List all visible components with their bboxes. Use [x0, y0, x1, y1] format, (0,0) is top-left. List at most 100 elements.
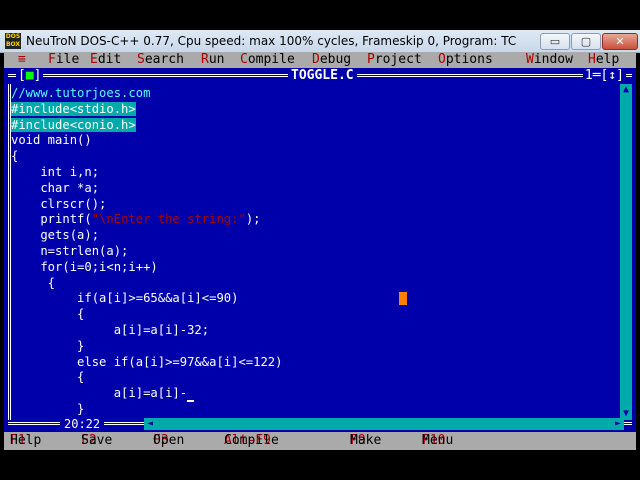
code-segment: { [11, 307, 85, 322]
menu-window[interactable]: Window [526, 52, 573, 68]
code-segment: int i,n; [11, 164, 100, 179]
close-box-open: [ [18, 68, 26, 83]
code-segment: { [11, 370, 85, 385]
code-segment: gets(a); [11, 228, 100, 243]
menu-search-label: earch [144, 52, 184, 67]
status-bar: F1 Help F2 Save F3 Open Alt-F9 Compile F… [4, 432, 636, 450]
code-line: printf("\nEnter the string:"); [11, 212, 617, 228]
menu-help-hotkey: H [588, 52, 596, 67]
code-segment: else if(a[i]>=97&&a[i]<=122) [11, 354, 283, 369]
menu-run-hotkey: R [201, 52, 209, 67]
code-segment: if(a[i]>=65&&a[i]<=90) [11, 291, 239, 306]
menu-help-label: elp [595, 52, 620, 67]
code-line: if(a[i]>=65&&a[i]<=90) [11, 291, 617, 307]
code-line: else if(a[i]>=97&&a[i]<=122) [11, 355, 617, 371]
horizontal-scrollbar[interactable]: ◄ ► [144, 418, 624, 430]
status-open-label: Open [153, 433, 185, 448]
menu-search[interactable]: Search [137, 52, 184, 68]
menu-help[interactable]: Help [588, 52, 619, 68]
menu-debug[interactable]: Debug [312, 52, 351, 68]
code-segment: void main() [11, 133, 92, 148]
menu-options[interactable]: Options [438, 52, 493, 68]
menu-compile-label: ompile [247, 52, 295, 67]
menu-compile[interactable]: Compile [240, 52, 295, 68]
window-titlebar: DOS BOX NeuTroN DOS-C++ 0.77, Cpu speed:… [0, 30, 640, 53]
menu-edit[interactable]: Edit [90, 52, 121, 68]
menu-bar: ≡ File Edit Search Run Compile Debug Pro… [4, 52, 636, 68]
menu-options-label: ptions [445, 52, 493, 67]
code-segment: { [11, 149, 19, 164]
code-line: } [11, 339, 617, 355]
code-line: { [11, 276, 617, 292]
code-line: #include<conio.h> [11, 117, 617, 134]
code-segment: printf( [11, 212, 92, 227]
text-cursor [187, 386, 195, 403]
menu-search-hotkey: S [137, 52, 145, 67]
code-line: a[i]=a[i]- [11, 386, 617, 403]
close-button[interactable]: ✕ [602, 33, 638, 50]
menu-project-hotkey: P [367, 52, 375, 67]
code-line: int i,n; [11, 165, 617, 181]
code-line: #include<stdio.h> [11, 101, 617, 118]
menu-edit-label: dit [97, 52, 122, 67]
code-line: clrscr(); [11, 197, 617, 213]
code-line: void main() [11, 133, 617, 149]
editor-filename: TOGGLE.C [288, 68, 357, 84]
menu-run[interactable]: Run [201, 52, 224, 68]
menu-project-label: roject [374, 52, 422, 67]
code-segment: a[i]=a[i]-32; [11, 322, 210, 337]
code-segment: char *a; [11, 180, 100, 195]
menu-debug-hotkey: D [312, 52, 320, 67]
status-menu-label: Menu [422, 433, 454, 448]
window-title: NeuTroN DOS-C++ 0.77, Cpu speed: max 100… [26, 34, 517, 48]
vertical-scrollbar[interactable]: ▲ ▼ [620, 84, 632, 420]
code-line: { [11, 307, 617, 323]
scroll-left-arrow-icon[interactable]: ◄ [144, 418, 156, 430]
menu-file[interactable]: File [48, 52, 79, 68]
code-line: for(i=0;i<n;i++) [11, 260, 617, 276]
code-line: //www.tutorjoes.com [11, 86, 617, 102]
code-segment: "\nEnter the string:" [91, 212, 246, 227]
menu-run-label: un [208, 52, 225, 67]
code-line: { [11, 149, 617, 165]
code-line: { [11, 370, 617, 386]
close-box-close: ] [33, 68, 42, 83]
menu-project[interactable]: Project [367, 52, 422, 68]
code-segment: a[i]=a[i]- [11, 386, 188, 401]
code-segment: for(i=0;i<n;i++) [11, 259, 158, 274]
code-segment: } [11, 401, 85, 416]
window-close-box[interactable]: [■] [16, 68, 44, 84]
code-line: gets(a); [11, 228, 617, 244]
menu-compile-hotkey: C [240, 52, 248, 67]
code-segment: ); [245, 212, 261, 227]
minimize-button[interactable]: ▭ [540, 33, 570, 50]
editor-frame-top: [■] TOGGLE.C 1═[↕] [4, 68, 636, 84]
menu-window-hotkey: W [526, 52, 534, 67]
maximize-button[interactable]: ▢ [571, 33, 601, 50]
system-menu-icon[interactable]: ≡ [18, 52, 26, 68]
scroll-right-arrow-icon[interactable]: ► [612, 418, 624, 430]
code-segment: } [11, 338, 85, 353]
scroll-up-arrow-icon[interactable]: ▲ [620, 84, 632, 96]
status-compile-label: Compile [224, 433, 279, 448]
status-make-label: Make [350, 433, 382, 448]
dosbox-app-icon[interactable]: DOS BOX [5, 33, 21, 49]
menu-edit-hotkey: E [90, 52, 98, 67]
editor-frame-bottom: 20:22 ◄ ► [4, 416, 636, 432]
close-box-mark: ■ [25, 68, 34, 83]
window-number[interactable]: 1═[↕] [582, 68, 626, 84]
code-segment: clrscr(); [11, 196, 107, 211]
menu-debug-label: ebug [319, 52, 352, 67]
zoom-arrow-icon[interactable]: ↕ [608, 68, 616, 83]
code-segment: { [11, 275, 56, 290]
menu-file-label: ile [55, 52, 80, 67]
status-save-label: Save [81, 433, 113, 448]
window-number-value: 1 [584, 68, 593, 83]
code-editor-text[interactable]: //www.tutorjoes.com #include<stdio.h> #inc… [11, 86, 617, 422]
turbo-c-screen: ≡ File Edit Search Run Compile Debug Pro… [4, 52, 636, 450]
orange-marker [399, 292, 407, 305]
code-line: a[i]=a[i]-32; [11, 323, 617, 339]
menu-file-hotkey: F [48, 52, 56, 67]
code-segment: #include<stdio.h> [11, 101, 136, 116]
code-segment: n=strlen(a); [11, 243, 129, 258]
